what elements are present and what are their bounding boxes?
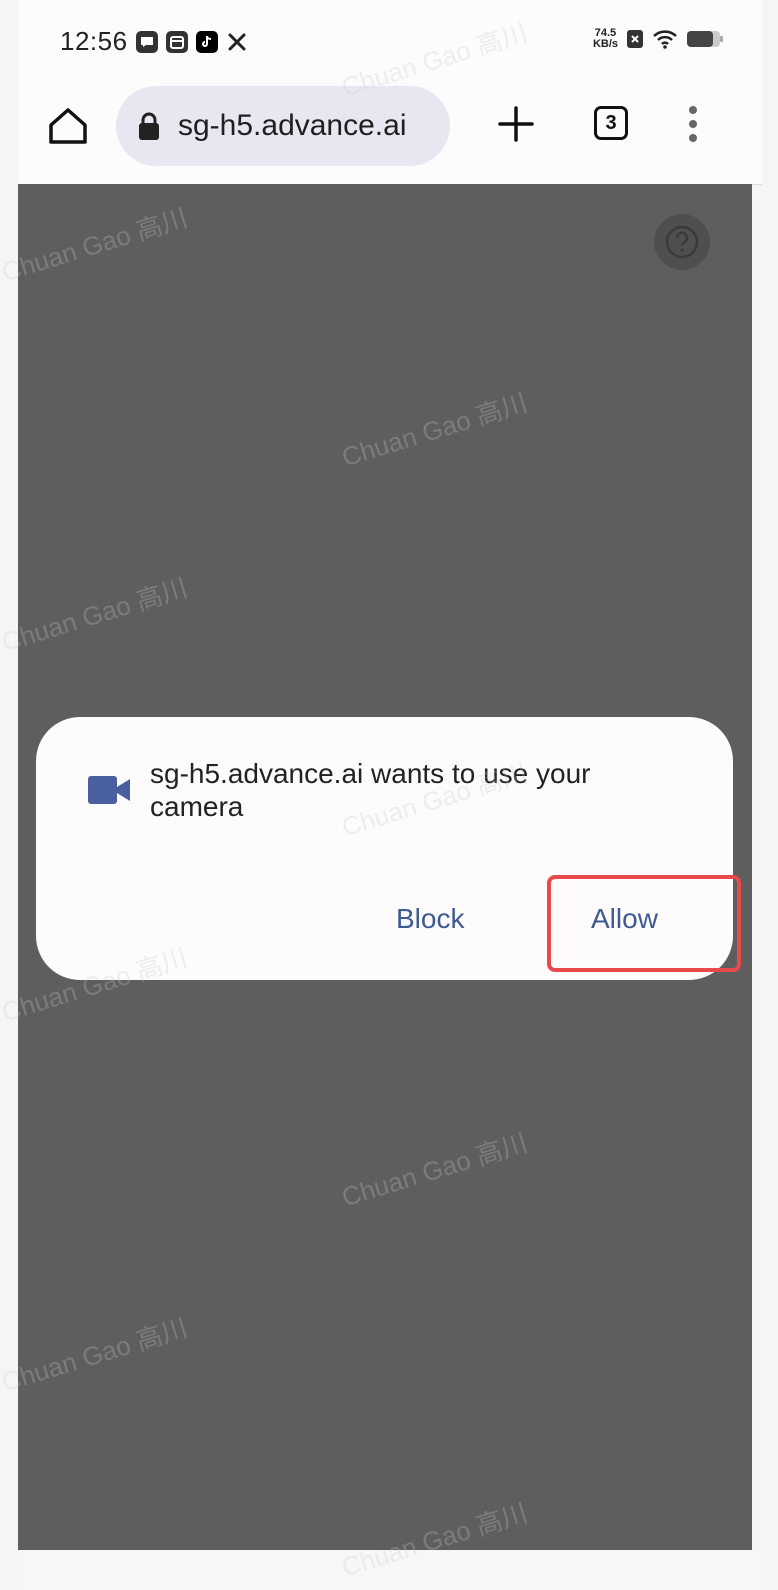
sim-off-icon: [627, 30, 643, 48]
tools-icon: [226, 31, 248, 53]
home-icon[interactable]: [46, 104, 90, 148]
calendar-icon: [166, 31, 188, 53]
wifi-icon: [653, 30, 677, 49]
net-speed-unit: KB/s: [592, 38, 618, 50]
help-button[interactable]: [654, 214, 710, 270]
battery-icon: [687, 31, 723, 47]
allow-highlight-box: [547, 875, 741, 972]
phone-screen: 12:56 74.5 KB/s sg-h5.advance.ai 3 sg-h5…: [0, 0, 762, 1590]
bottom-nav-area: [18, 1550, 762, 1590]
status-right: 74.5 KB/s: [593, 28, 724, 50]
url-text: sg-h5.advance.ai: [178, 109, 407, 142]
block-button[interactable]: Block: [396, 903, 464, 935]
tiktok-icon: [196, 31, 218, 53]
browser-toolbar: sg-h5.advance.ai 3: [18, 86, 762, 185]
status-time: 12:56: [60, 26, 128, 56]
lock-icon: [139, 112, 159, 140]
address-bar[interactable]: sg-h5.advance.ai: [116, 86, 450, 166]
camera-icon: [88, 776, 130, 804]
tab-switcher-button[interactable]: 3: [594, 106, 628, 140]
net-speed: 74.5 KB/s: [593, 28, 618, 50]
notification-icons: [136, 31, 248, 53]
message-icon: [136, 31, 158, 53]
permission-message: sg-h5.advance.ai wants to use your camer…: [150, 758, 591, 822]
help-icon: [665, 225, 699, 259]
more-menu-icon[interactable]: [683, 102, 703, 146]
new-tab-icon[interactable]: [496, 104, 536, 144]
status-bar: 12:56 74.5 KB/s: [18, 0, 762, 86]
